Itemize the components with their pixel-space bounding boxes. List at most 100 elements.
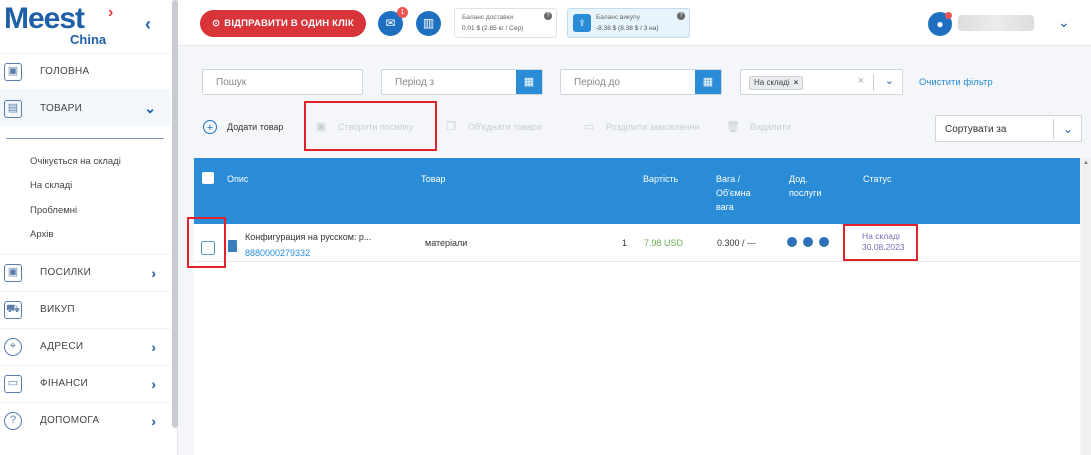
- select-all-checkbox[interactable]: [202, 172, 214, 184]
- search-input[interactable]: [203, 70, 362, 94]
- username-blurred[interactable]: [958, 15, 1034, 31]
- row-status-label: На складі: [862, 231, 900, 241]
- service-icon-photo[interactable]: [787, 237, 797, 247]
- buyout-icon: ⇪: [573, 14, 591, 32]
- delete-label: Видалити: [750, 122, 791, 132]
- remove-tag-icon[interactable]: ×: [794, 78, 799, 87]
- status-filter-tag[interactable]: На складі ×: [749, 76, 804, 90]
- scroll-up-icon[interactable]: ▲: [1083, 160, 1089, 166]
- chevron-down-icon[interactable]: ⌄: [1063, 122, 1073, 136]
- table-header: Опис Товар Вартість Вага / Об'ємна вага …: [194, 158, 1080, 224]
- submenu-divider: [6, 138, 164, 139]
- sidebar-item-label: АДРЕСИ: [40, 341, 84, 352]
- sidebar-item-help[interactable]: ? ДОПОМОГА ›: [0, 402, 170, 438]
- table-scrollbar[interactable]: ▲: [1081, 158, 1091, 455]
- period-to-field[interactable]: ▦: [560, 69, 722, 95]
- search-field[interactable]: [202, 69, 363, 95]
- chevron-down-icon[interactable]: ⌄: [1058, 14, 1070, 31]
- table-row[interactable]: Конфигурация на русском: р... 8880000279…: [194, 224, 1080, 262]
- header-product[interactable]: Товар: [421, 172, 446, 186]
- period-from-field[interactable]: ▦: [381, 69, 543, 95]
- status-filter-select[interactable]: На складі × × ⌄: [740, 69, 903, 95]
- sidebar-item-label: ДОПОМОГА: [40, 415, 100, 426]
- create-parcel-label: Створити посилку: [338, 122, 414, 132]
- delivery-balance-title: Баланс доставки: [462, 14, 514, 21]
- clear-select-icon[interactable]: ×: [858, 75, 864, 87]
- header-services-line1: Дод.: [789, 174, 808, 184]
- status-filter-tag-label: На складі: [754, 78, 790, 87]
- chevron-down-icon[interactable]: ⌄: [885, 74, 894, 87]
- sidebar-item-parcels[interactable]: ▣ ПОСИЛКИ ›: [0, 254, 170, 290]
- submenu-item-expected[interactable]: Очікується на складі: [30, 156, 121, 167]
- calendar-icon[interactable]: ▦: [516, 70, 542, 94]
- split-order-button[interactable]: ▭ Розділити замовлення: [582, 116, 700, 138]
- add-product-button[interactable]: + Додати товар: [203, 116, 283, 138]
- sidebar-item-label: ФІНАНСИ: [40, 378, 89, 389]
- delivery-balance[interactable]: Баланс доставки 0.01 $ (2.85 кг / Сер) ?: [454, 8, 557, 38]
- meest-logo[interactable]: Meest › China: [4, 2, 124, 50]
- delete-button[interactable]: 🗑 Видалити: [726, 116, 791, 138]
- trash-icon[interactable]: [228, 240, 237, 252]
- home-icon: ▣: [4, 62, 22, 81]
- header-status[interactable]: Статус: [863, 172, 891, 186]
- plus-circle-icon: +: [203, 120, 217, 134]
- mail-icon[interactable]: ✉ 1: [378, 7, 408, 36]
- send-one-click-button[interactable]: ⊙ ВІДПРАВИТИ В ОДИН КЛІК: [200, 10, 366, 37]
- submenu-item-in-stock[interactable]: На складі: [30, 180, 72, 191]
- user-avatar-icon[interactable]: ●: [928, 12, 952, 36]
- service-icon-pack[interactable]: [819, 237, 829, 247]
- location-icon: ⌖: [4, 337, 22, 356]
- chevron-right-icon: ›: [151, 338, 156, 355]
- sort-select[interactable]: Сортувати за ⌄: [935, 115, 1082, 142]
- sidebar-item-buyout[interactable]: ⛟ ВИКУП: [0, 291, 170, 327]
- help-icon: ?: [4, 411, 22, 430]
- row-description: Конфигурация на русском: р...: [245, 232, 372, 242]
- sidebar-item-goods[interactable]: ▤ ТОВАРИ ⌄: [0, 90, 170, 126]
- clear-filter-link[interactable]: Очистити фільтр: [919, 77, 993, 88]
- row-price: 7.98 USD: [644, 238, 684, 248]
- info-icon[interactable]: ?: [677, 12, 685, 20]
- row-status: На складі 30.08.2023: [862, 231, 905, 253]
- brand-sub: China: [70, 32, 107, 47]
- header-weight[interactable]: Вага / Об'ємна вага: [716, 172, 751, 214]
- chevron-right-icon: ›: [151, 375, 156, 392]
- combine-goods-button[interactable]: ❐ Об'єднати товари: [444, 116, 542, 138]
- buyout-balance[interactable]: ⇪ Баланс викупу -8.38 $ (8.38 $ / 3 на) …: [567, 8, 690, 38]
- sidebar-item-addresses[interactable]: ⌖ АДРЕСИ ›: [0, 328, 170, 364]
- logo-swoosh-icon: ›: [108, 4, 114, 21]
- sidebar: Meest › China ‹ ▣ ГОЛОВНА ▤ ТОВАРИ ⌄ Очі…: [0, 0, 178, 455]
- row-status-date: 30.08.2023: [862, 242, 905, 252]
- combine-goods-label: Об'єднати товари: [468, 122, 542, 132]
- sidebar-item-label: ТОВАРИ: [40, 103, 83, 114]
- sidebar-item-finance[interactable]: ▭ ФІНАНСИ ›: [0, 365, 170, 401]
- trash-icon: 🗑: [726, 121, 740, 133]
- row-checkbox[interactable]: [201, 241, 215, 255]
- calendar-icon[interactable]: ▦: [695, 70, 721, 94]
- buyout-balance-value: -8.38 $ (8.38 $ / 3 на): [596, 25, 659, 32]
- sidebar-scrollbar[interactable]: [172, 0, 178, 428]
- header-price[interactable]: Вартість: [643, 172, 678, 186]
- delivery-balance-value: 0.01 $ (2.85 кг / Сер): [462, 25, 524, 32]
- book-icon[interactable]: ▥: [416, 11, 441, 36]
- create-parcel-button[interactable]: ▣ Створити посилку: [314, 116, 413, 138]
- info-icon[interactable]: ?: [544, 12, 552, 20]
- service-icon-check[interactable]: [803, 237, 813, 247]
- row-qty: 1: [622, 238, 628, 248]
- header-services[interactable]: Дод. послуги: [789, 172, 821, 200]
- split-icon: ▭: [583, 121, 595, 133]
- goods-table: Опис Товар Вартість Вага / Об'ємна вага …: [194, 158, 1080, 455]
- parcel-icon: ▣: [315, 121, 327, 133]
- submenu-item-problem[interactable]: Проблемні: [30, 205, 77, 216]
- split-order-label: Розділити замовлення: [606, 122, 700, 132]
- top-bar: ⊙ ВІДПРАВИТИ В ОДИН КЛІК ✉ 1 ▥ Баланс до…: [178, 0, 1091, 46]
- box-icon: ▤: [4, 99, 22, 118]
- row-tracking-link[interactable]: 8880000279332: [245, 248, 310, 258]
- header-description[interactable]: Опис: [227, 172, 248, 186]
- wallet-icon: ▭: [4, 374, 22, 393]
- send-one-click-label: ВІДПРАВИТИ В ОДИН КЛІК: [224, 18, 354, 29]
- select-divider: [873, 74, 874, 91]
- collapse-sidebar-icon[interactable]: ‹: [140, 14, 156, 34]
- submenu-item-archive[interactable]: Архів: [30, 229, 53, 240]
- sidebar-item-home[interactable]: ▣ ГОЛОВНА: [0, 53, 170, 89]
- header-weight-line3: вага: [716, 202, 734, 212]
